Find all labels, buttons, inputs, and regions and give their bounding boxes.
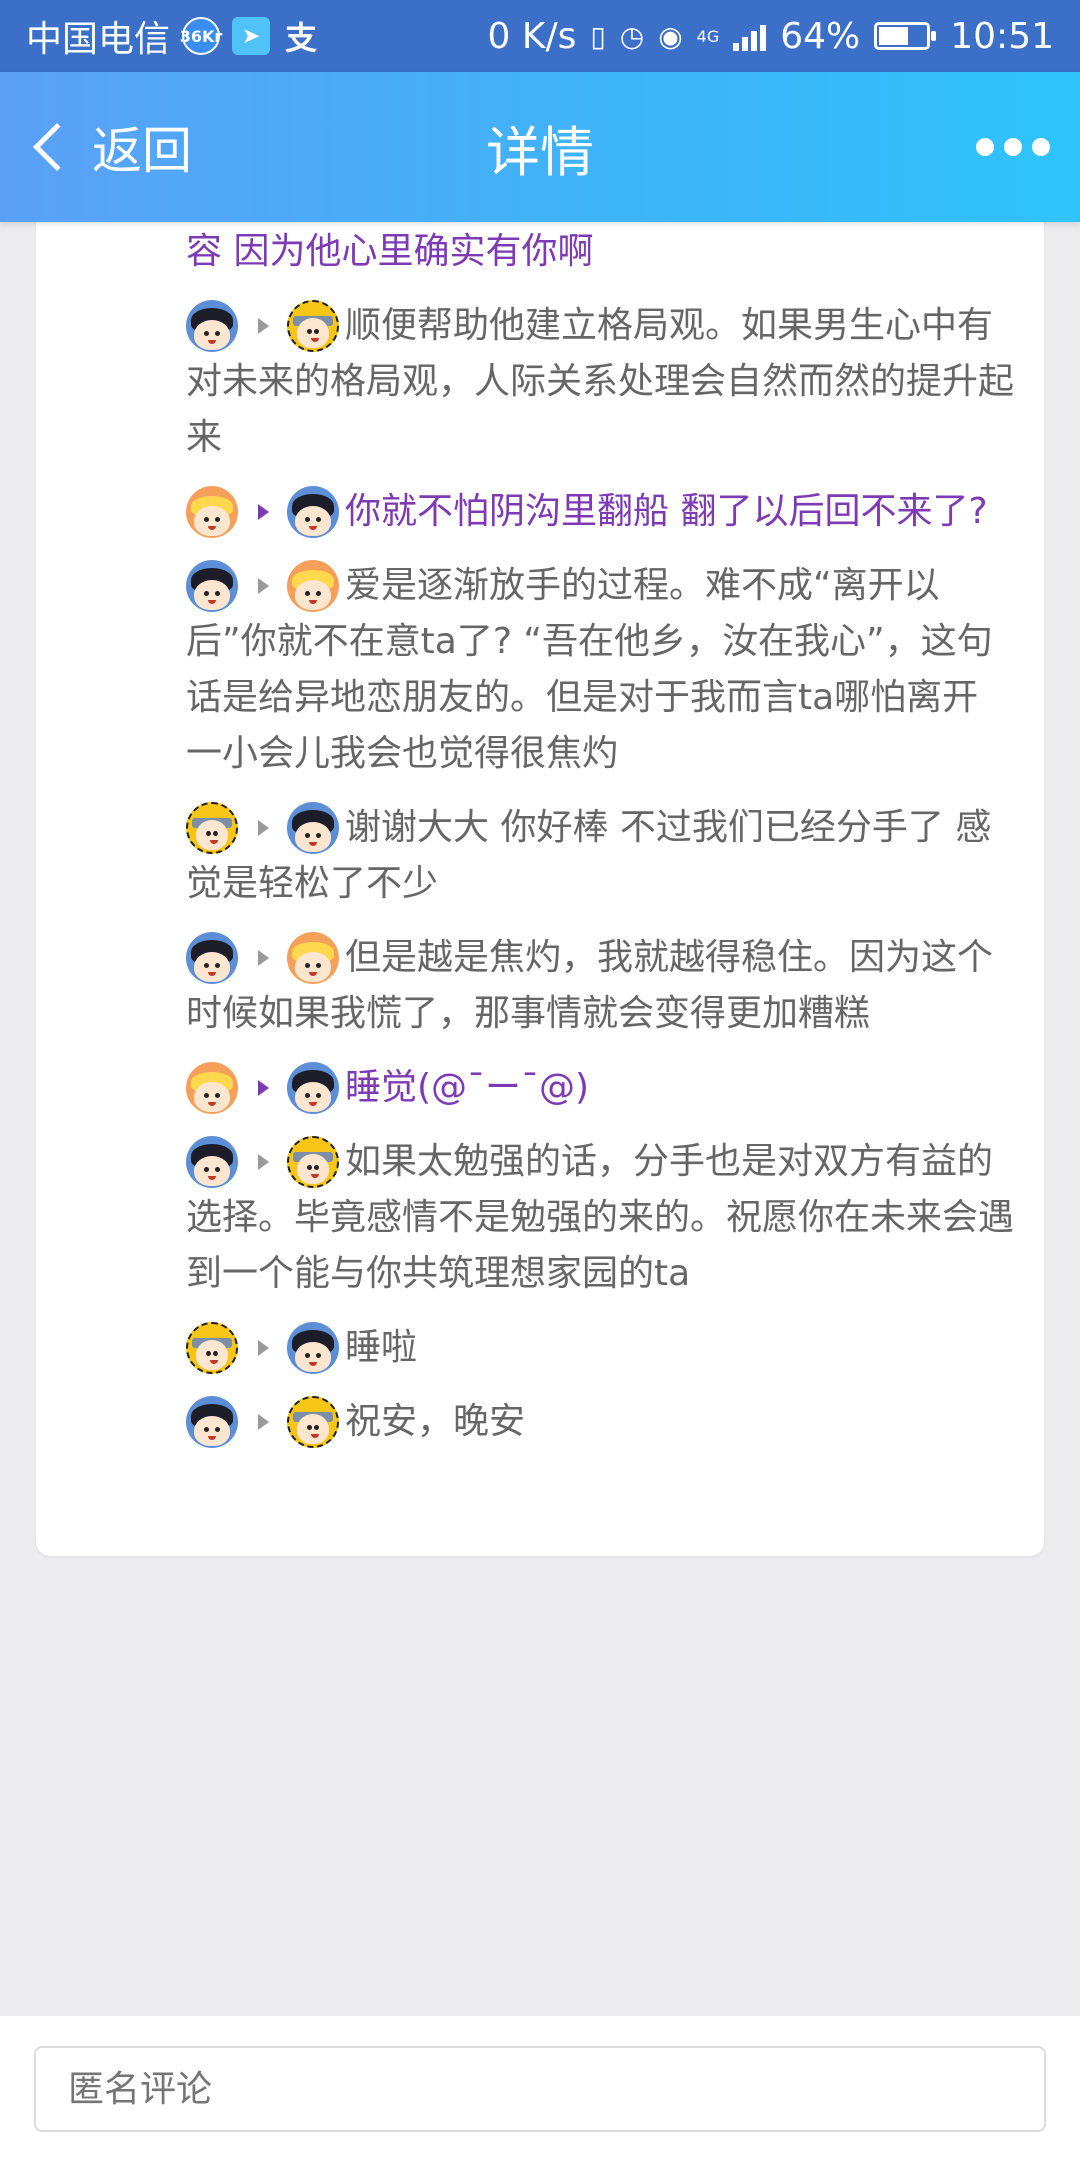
battery-icon [874, 22, 937, 50]
comment-list: 男生留功夫提正常的 是出于在乎 但是好像ta做的有点过了 即使这样也最好能给他更… [186, 160, 1014, 1468]
carrier-label: 中国电信 [26, 19, 171, 60]
orange-user-avatar[interactable] [186, 486, 238, 538]
status-bar: 中国电信 36Kr ➤ 支 0 K/s ▯ ◷ ◉ 4G 64% 10:51 [0, 0, 1080, 72]
dark-user-avatar[interactable] [186, 560, 238, 612]
36kr-app-icon: 36Kr [180, 17, 222, 55]
back-label: 返回 [92, 122, 192, 180]
reply-participants [186, 558, 339, 614]
comment-item[interactable]: 睡觉(@¯ー¯@) [186, 1060, 1014, 1116]
reply-participants [186, 1134, 339, 1190]
orange-user-avatar[interactable] [287, 560, 339, 612]
clock: 10:51 [950, 15, 1054, 57]
comment-text: 睡觉(@¯ー¯@) [345, 1067, 590, 1108]
top-navigation-bar: 返回 详情 [0, 72, 1080, 222]
reply-arrow-icon [258, 950, 269, 966]
comment-item[interactable]: 爱是逐渐放手的过程。难不成“离开以后”你就不在意ta了? “吾在他乡，汝在我心”… [186, 558, 1014, 782]
anonymous-comment-input[interactable] [34, 2046, 1046, 2132]
reply-participants [186, 930, 339, 986]
comment-item[interactable]: 睡啦 [186, 1320, 1014, 1376]
more-dot-icon [1004, 138, 1022, 156]
vibrate-icon: ▯ [590, 19, 606, 53]
dark-user-avatar[interactable] [287, 802, 339, 854]
reply-participants [186, 298, 339, 354]
battery-percent: 64% [780, 15, 861, 57]
reply-arrow-icon [258, 1340, 269, 1356]
reply-participants [186, 484, 339, 540]
reply-participants [186, 800, 339, 856]
reply-arrow-icon [258, 578, 269, 594]
reply-arrow-icon [258, 318, 269, 334]
network-speed: 0 K/s [487, 15, 577, 57]
network-type: 4G [696, 26, 720, 46]
reply-participants [186, 1060, 339, 1116]
ninja-user-avatar[interactable] [287, 300, 339, 352]
dark-user-avatar[interactable] [186, 1136, 238, 1188]
more-dot-icon [976, 138, 994, 156]
more-options-button[interactable] [976, 138, 1050, 156]
reply-arrow-icon [258, 820, 269, 836]
orange-user-avatar[interactable] [186, 1062, 238, 1114]
ninja-user-avatar[interactable] [287, 1136, 339, 1188]
comment-item[interactable]: 如果太勉强的话，分手也是对双方有益的选择。毕竟感情不是勉强的来的。祝愿你在未来会… [186, 1134, 1014, 1302]
ninja-user-avatar[interactable] [186, 1322, 238, 1374]
alarm-icon: ◷ [619, 19, 645, 53]
reply-participants [186, 1394, 339, 1450]
comments-card: 男生留功夫提正常的 是出于在乎 但是好像ta做的有点过了 即使这样也最好能给他更… [36, 160, 1044, 1556]
back-chevron-icon [32, 122, 82, 172]
comment-item[interactable]: 祝安，晚安 [186, 1394, 1014, 1450]
dark-user-avatar[interactable] [186, 300, 238, 352]
comment-text: 你就不怕阴沟里翻船 翻了以后回不来了? [345, 491, 988, 532]
comment-item[interactable]: 谢谢大大 你好棒 不过我们已经分手了 感觉是轻松了不少 [186, 800, 1014, 912]
reply-arrow-icon [258, 1414, 269, 1430]
more-dot-icon [1032, 138, 1050, 156]
dark-user-avatar[interactable] [186, 932, 238, 984]
signal-icon [733, 21, 767, 51]
comment-item[interactable]: 但是越是焦灼，我就越得稳住。因为这个时候如果我慌了，那事情就会变得更加糟糕 [186, 930, 1014, 1042]
comment-item[interactable]: 你就不怕阴沟里翻船 翻了以后回不来了? [186, 484, 1014, 540]
reply-arrow-icon [258, 1080, 269, 1096]
ninja-user-avatar[interactable] [287, 1396, 339, 1448]
ninja-user-avatar[interactable] [186, 802, 238, 854]
comment-text: 祝安，晚安 [345, 1401, 526, 1442]
orange-user-avatar[interactable] [287, 932, 339, 984]
dark-user-avatar[interactable] [287, 486, 339, 538]
comment-text: 睡啦 [345, 1327, 418, 1368]
comment-bar [0, 2016, 1080, 2160]
comment-item[interactable]: 顺便帮助他建立格局观。如果男生心中有对未来的格局观，人际关系处理会自然而然的提升… [186, 298, 1014, 466]
reply-participants [186, 1320, 339, 1376]
eye-comfort-icon: ◉ [658, 19, 683, 53]
reply-arrow-icon [258, 504, 269, 520]
alipay-icon: 支 [285, 19, 318, 57]
dark-user-avatar[interactable] [186, 1396, 238, 1448]
dark-user-avatar[interactable] [287, 1062, 339, 1114]
paper-plane-app-icon: ➤ [232, 17, 271, 55]
dark-user-avatar[interactable] [287, 1322, 339, 1374]
back-button[interactable]: 返回 [0, 72, 192, 222]
reply-arrow-icon [258, 1154, 269, 1170]
